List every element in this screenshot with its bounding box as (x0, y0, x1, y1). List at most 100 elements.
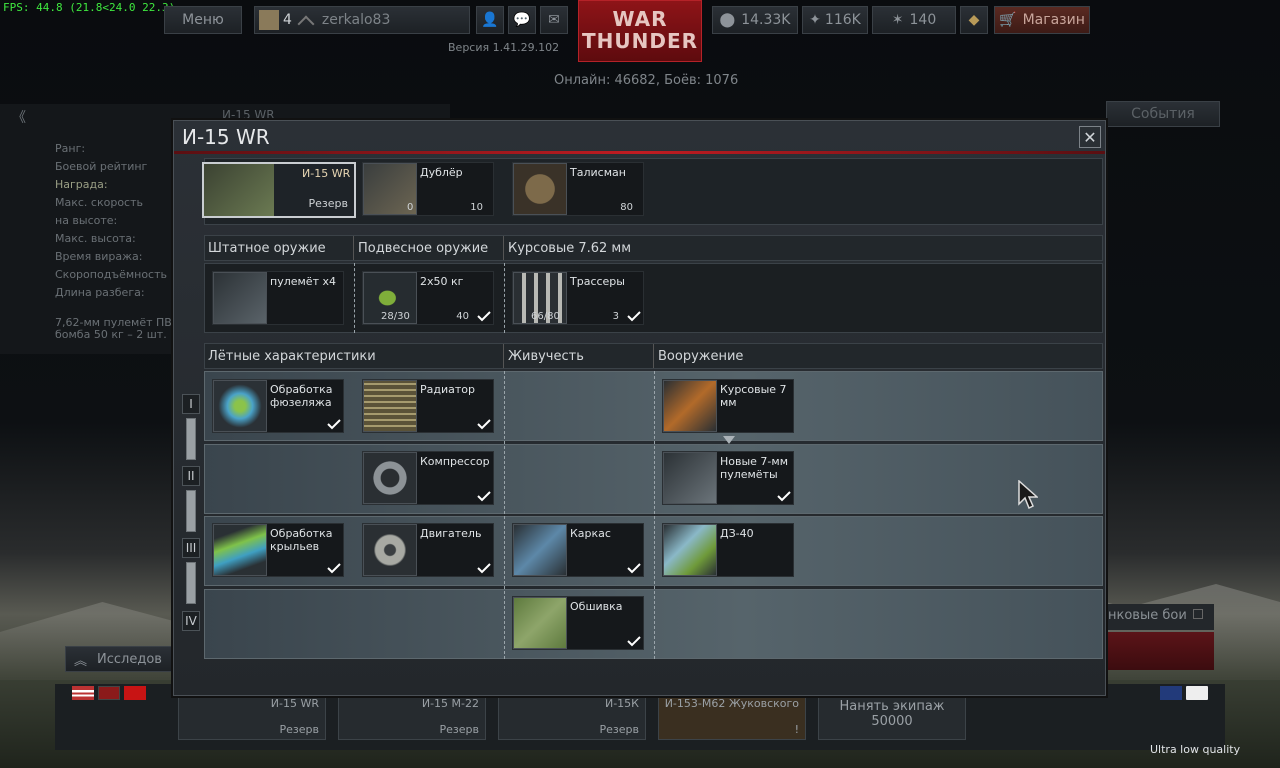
weapon-card-guns[interactable]: пулемёт x4 (212, 271, 344, 325)
vehicle-card[interactable]: И-15 WR Резерв (202, 162, 356, 218)
weapon-price: 3 (612, 311, 619, 322)
mod-dz40[interactable]: ДЗ-40 (662, 523, 794, 577)
profile-bar[interactable]: 4 zerkalo83 (254, 6, 470, 34)
mod-name: Обработка крыльев (270, 527, 333, 553)
checkbox-icon (1192, 609, 1203, 619)
rank-marker-2: II (182, 466, 200, 486)
weapon-price: 40 (456, 311, 469, 322)
weapon-name: пулемёт x4 (270, 275, 336, 288)
player-rank: 4 (283, 12, 292, 28)
machine-gun-icon (663, 452, 717, 504)
divider (654, 371, 655, 659)
research-icon: ✦ (809, 12, 821, 28)
weapon-card-bombs[interactable]: 2x50 кг 28/30 40 (362, 271, 494, 325)
mod-covering[interactable]: Обшивка (512, 596, 644, 650)
slot-name: И-15 WR (270, 697, 319, 710)
tank-battles-toggle[interactable]: нковые бои (1106, 604, 1214, 630)
weapon-qty: 28/30 (381, 311, 410, 322)
shop-button[interactable]: 🛒 Магазин (994, 6, 1090, 34)
crew-slot-4[interactable]: И-153-М62 Жуковского! (658, 694, 806, 740)
talisman-icon (513, 163, 567, 215)
backup-qty: 0 (407, 202, 414, 213)
flag-germany-icon[interactable] (98, 686, 120, 700)
research-points[interactable]: ✦ 116K (802, 6, 868, 34)
mod-wing-repair[interactable]: Обработка крыльев (212, 523, 344, 577)
flag-ussr-icon[interactable] (124, 686, 146, 700)
menu-button[interactable]: Меню (164, 6, 242, 34)
slot-name: И-153-М62 Жуковского (664, 697, 799, 710)
slot-status: ! (794, 723, 799, 736)
eagles-value: 140 (909, 12, 937, 28)
research-value: 116K (824, 12, 861, 28)
flag-usa-icon[interactable] (72, 686, 94, 700)
mods-header-flight: Лётные характеристики (204, 344, 504, 368)
mod-fuselage-repair[interactable]: Обработка фюзеляжа (212, 379, 344, 433)
crew-slot-1[interactable]: И-15 WR Резерв (178, 694, 326, 740)
rank-marker-4: IV (182, 611, 200, 631)
slot-status: Резерв (439, 723, 479, 736)
golden-eagles[interactable]: ✶ 140 (872, 6, 956, 34)
flag-japan-icon[interactable] (1186, 686, 1208, 700)
divider (504, 371, 505, 659)
chat-icon[interactable]: 💬 (508, 6, 536, 34)
slot-name: И-15К (604, 697, 639, 710)
bullets-icon (663, 380, 717, 432)
events-button[interactable]: События (1106, 101, 1220, 127)
mod-name: Курсовые 7 мм (720, 383, 787, 409)
weapon-name: 2x50 кг (420, 275, 464, 288)
tank-battles-label: нковые бои (1108, 608, 1187, 623)
mod-airframe[interactable]: Каркас (512, 523, 644, 577)
check-icon (477, 490, 491, 502)
mod-engine[interactable]: Двигатель (362, 523, 494, 577)
mod-name: Каркас (570, 527, 611, 540)
left-info-row: Макс. скорость (55, 196, 143, 209)
flag-uk-icon[interactable] (1160, 686, 1182, 700)
dependency-arrow-icon (723, 436, 735, 444)
nation-flags[interactable] (70, 684, 148, 744)
left-info-row: Длина разбега: (55, 286, 145, 299)
airframe-icon (513, 524, 567, 576)
crew-slot-3[interactable]: И-15К Резерв (498, 694, 646, 740)
shop-label: Магазин (1022, 12, 1085, 28)
mod-name: ДЗ-40 (720, 527, 754, 540)
mod-name: Компрессор (420, 455, 490, 468)
radiator-icon (363, 380, 417, 432)
research-tab[interactable]: ︽ Исследов (65, 646, 183, 672)
backup-card[interactable]: Дублёр 0 10 (362, 162, 494, 216)
mods-header-survivability: Живучесть (504, 344, 654, 368)
dialog-title: И-15 WR (182, 125, 270, 149)
hire-crew-button[interactable]: Нанять экипаж 50000 (818, 694, 966, 740)
mod-course-7mm[interactable]: Курсовые 7 мм (662, 379, 794, 433)
weapons-header-secondary: Подвесное оружие (354, 236, 504, 260)
covering-icon (513, 597, 567, 649)
talisman-label: Талисман (570, 166, 626, 179)
hire-crew-label: Нанять экипаж (839, 699, 945, 714)
rank-progress (186, 562, 196, 604)
mod-radiator[interactable]: Радиатор (362, 379, 494, 433)
weapons-header-belts: Курсовые 7.62 мм (508, 241, 632, 256)
play-button[interactable] (1106, 632, 1214, 670)
crew-slot-2[interactable]: И-15 М-22 Резерв (338, 694, 486, 740)
back-chevron-icon[interactable]: 《 (12, 107, 26, 127)
eagle-icon: ✶ (891, 12, 904, 28)
mod-name: Обработка фюзеляжа (270, 383, 333, 409)
aircraft-icon (204, 164, 274, 216)
mod-new-7mm-guns[interactable]: Новые 7-мм пулемёты (662, 451, 794, 505)
friends-icon[interactable]: 👤 (476, 6, 504, 34)
avatar (259, 10, 279, 30)
close-button[interactable]: ✕ (1079, 126, 1101, 148)
check-icon (477, 310, 491, 322)
weapon-name: Трассеры (570, 275, 625, 288)
mail-icon[interactable]: ✉ (540, 6, 568, 34)
rank-chevron-icon (297, 15, 315, 33)
title-divider (174, 151, 1105, 154)
premium-icon[interactable]: ◆ (960, 6, 988, 34)
mod-compressor[interactable]: Компрессор (362, 451, 494, 505)
weapons-header-default: Штатное оружие (204, 236, 354, 260)
silver-lions[interactable]: ⬤ 14.33K (712, 6, 798, 34)
weapon-card-tracers[interactable]: Трассеры 66/80 3 (512, 271, 644, 325)
check-icon (477, 562, 491, 574)
talisman-card[interactable]: Талисман 80 (512, 162, 644, 216)
logo-line2: THUNDER (581, 29, 699, 53)
nation-flags-right[interactable] (1158, 684, 1218, 744)
